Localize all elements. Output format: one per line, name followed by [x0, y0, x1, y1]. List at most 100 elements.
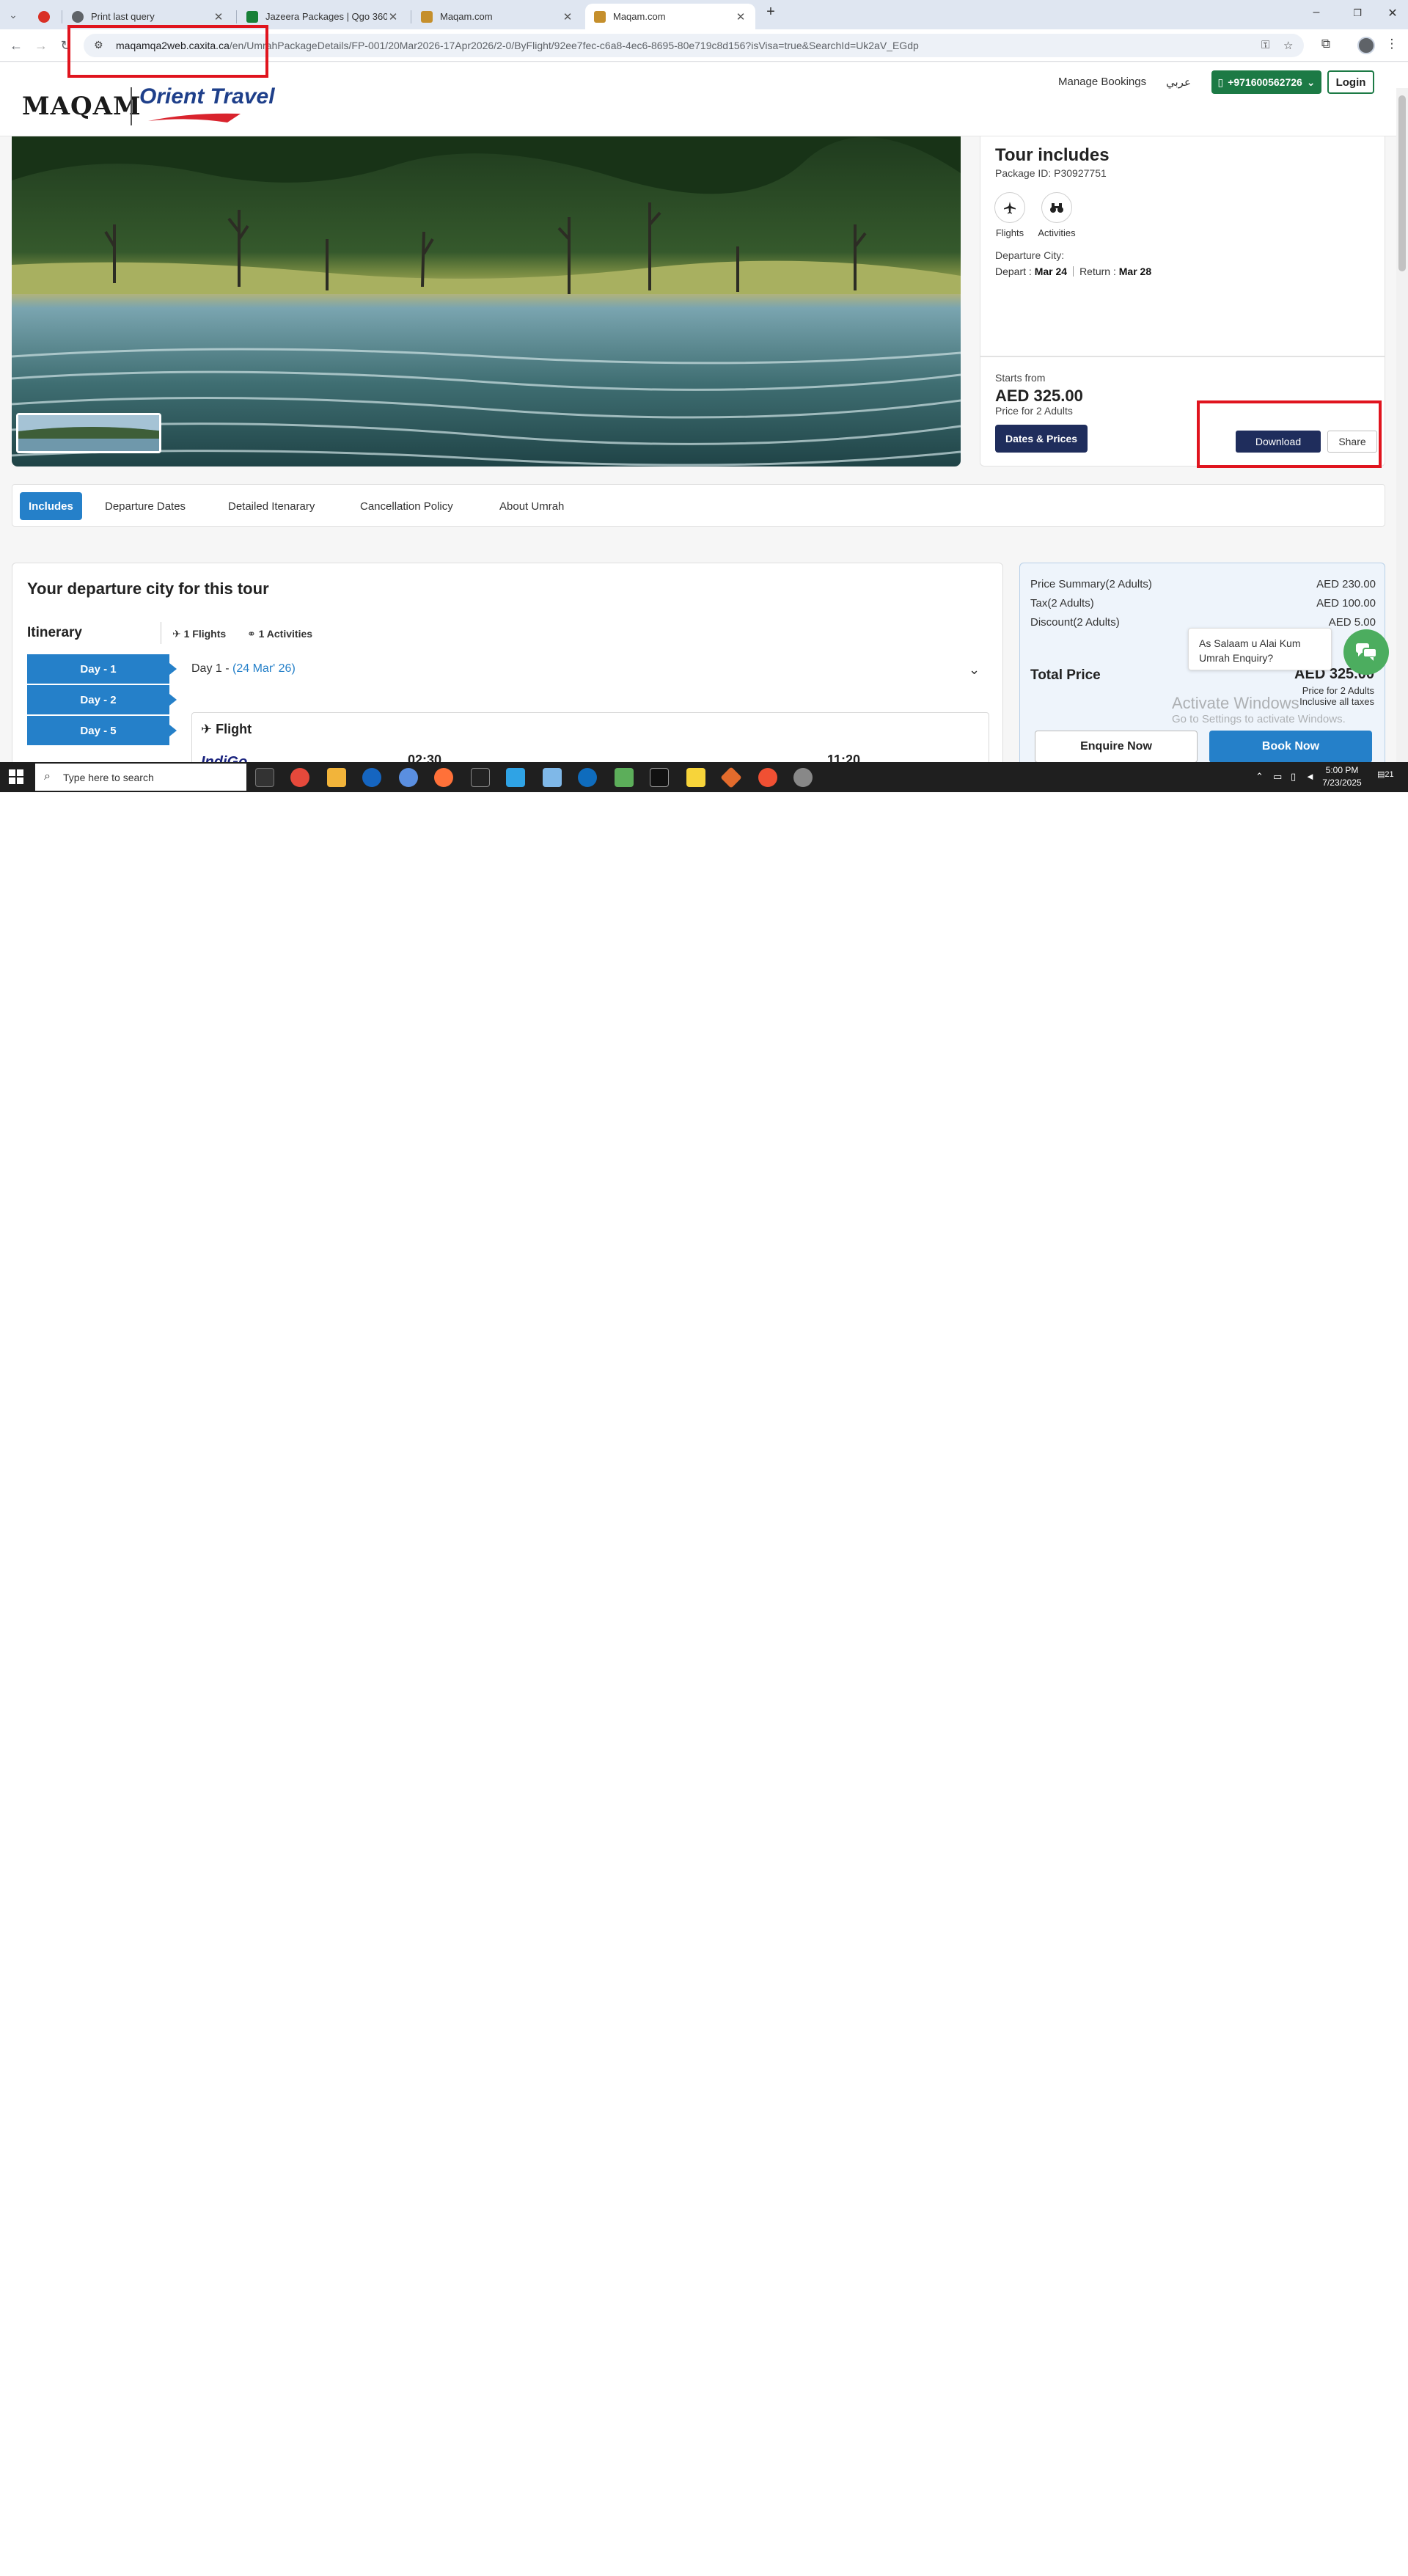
- close-icon[interactable]: ✕: [213, 10, 224, 23]
- tray-chevron-icon[interactable]: ⌃: [1255, 771, 1264, 783]
- day-tab-5[interactable]: Day - 5: [27, 716, 177, 745]
- taskbar-clock[interactable]: 5:00 PM 7/23/2025: [1320, 764, 1364, 789]
- app-icon[interactable]: [793, 768, 813, 787]
- chat-icon[interactable]: [1343, 629, 1389, 675]
- return-date: Mar 28: [1118, 266, 1152, 277]
- dates-prices-button[interactable]: Dates & Prices: [995, 425, 1088, 453]
- maqam-favicon-icon: [594, 10, 606, 23]
- postman-icon[interactable]: [758, 768, 777, 787]
- chrome-alt-icon[interactable]: [399, 768, 418, 787]
- battery-icon[interactable]: ▯: [1291, 771, 1296, 783]
- chat-line-1: As Salaam u Alai Kum: [1199, 637, 1301, 649]
- maps-icon[interactable]: [362, 768, 381, 787]
- scrollbar-thumb[interactable]: [1398, 95, 1406, 271]
- book-now-button[interactable]: Book Now: [1209, 731, 1372, 763]
- forward-icon[interactable]: →: [32, 37, 50, 54]
- day-date: (24 Mar' 26): [232, 662, 296, 675]
- summary-row: Price Summary(2 Adults) AED 230.00: [1030, 578, 1376, 590]
- phone-button[interactable]: ▯ +971600562726 ⌄: [1211, 70, 1321, 94]
- total-price-note: Price for 2 Adults Inclusive all taxes: [1299, 685, 1374, 707]
- extensions-icon[interactable]: ⧉: [1317, 37, 1335, 51]
- close-icon[interactable]: ✕: [562, 10, 573, 23]
- outlook-icon[interactable]: [578, 768, 597, 787]
- restore-icon[interactable]: ❐: [1346, 7, 1368, 19]
- day-tab-1[interactable]: Day - 1: [27, 654, 177, 684]
- include-activities: Activities: [1035, 192, 1079, 238]
- tab-includes[interactable]: Includes: [20, 492, 82, 520]
- browser-tab-5-active[interactable]: Maqam.com ✕: [585, 4, 755, 29]
- flights-count-text: 1 Flights: [183, 628, 227, 640]
- bookmark-star-icon[interactable]: ☆: [1283, 39, 1293, 52]
- minimize-icon[interactable]: –: [1305, 6, 1327, 19]
- firefox-icon[interactable]: [434, 768, 453, 787]
- day-head-text: Day 1 -: [191, 662, 230, 675]
- tab-departure-dates[interactable]: Departure Dates: [96, 492, 194, 520]
- search-icon: ⌕: [44, 770, 51, 783]
- summary-label: Tax(2 Adults): [1030, 597, 1094, 610]
- chevron-down-icon[interactable]: ⌄: [969, 662, 980, 678]
- profile-avatar[interactable]: [1357, 37, 1375, 54]
- include-label: Activities: [1038, 227, 1076, 238]
- edge-icon[interactable]: [506, 768, 525, 787]
- volume-icon[interactable]: ◄: [1305, 771, 1315, 782]
- tab-detailed-itinerary[interactable]: Detailed Itenarary: [219, 492, 323, 520]
- chat-greeting-bubble[interactable]: As Salaam u Alai Kum Umrah Enquiry?: [1188, 628, 1332, 670]
- favicon-icon: [38, 10, 50, 23]
- price-summary-card: Price Summary(2 Adults) AED 230.00 Tax(2 …: [1019, 563, 1385, 792]
- file-explorer-icon[interactable]: [327, 768, 346, 787]
- notepad-icon[interactable]: [615, 768, 634, 787]
- notification-icon[interactable]: ▤21: [1377, 769, 1394, 779]
- enquire-now-button[interactable]: Enquire Now: [1035, 731, 1198, 763]
- inclusive-taxes: Inclusive all taxes: [1299, 696, 1374, 707]
- menu-dots-icon[interactable]: ⋮: [1383, 37, 1401, 51]
- task-view-icon[interactable]: [255, 768, 274, 787]
- departure-city-label: Departure City:: [995, 249, 1065, 261]
- manage-bookings-link[interactable]: Manage Bookings: [1058, 76, 1146, 88]
- back-icon[interactable]: ←: [7, 37, 25, 54]
- terminal-app-icon[interactable]: [471, 768, 490, 787]
- activate-windows-watermark: Activate Windows: [1172, 694, 1299, 712]
- include-label: Flights: [995, 227, 1024, 238]
- tour-includes-title: Tour includes: [995, 145, 1110, 165]
- hero-thumbnail[interactable]: [16, 413, 161, 453]
- depart-label: Depart :: [995, 266, 1032, 277]
- tab-label: Maqam.com: [440, 11, 493, 22]
- chrome-icon[interactable]: [290, 768, 309, 787]
- taskbar-search-box[interactable]: ⌕ Type here to search: [35, 764, 246, 791]
- login-button[interactable]: Login: [1327, 70, 1374, 94]
- network-icon[interactable]: ▭: [1273, 771, 1282, 783]
- tab-search-icon[interactable]: ⌄: [4, 6, 22, 23]
- orient-travel-logo[interactable]: Orient Travel: [139, 84, 275, 109]
- tab-cancellation-policy[interactable]: Cancellation Policy: [351, 492, 462, 520]
- maqam-logo[interactable]: MAQAM: [22, 92, 142, 121]
- summary-row: Tax(2 Adults) AED 100.00: [1030, 597, 1376, 610]
- tab-about-umrah[interactable]: About Umrah: [491, 492, 573, 520]
- browser-tab-4[interactable]: Maqam.com ✕: [412, 4, 582, 29]
- screenshot: ⌄ Print last query ✕ Jazeera Packages | …: [0, 0, 1408, 792]
- summary-label: Discount(2 Adults): [1030, 616, 1120, 629]
- notification-count: 21: [1385, 770, 1394, 779]
- app-icon[interactable]: [543, 768, 562, 787]
- depart-date: Mar 24: [1034, 266, 1068, 277]
- sticky-notes-icon[interactable]: [686, 768, 705, 787]
- close-icon[interactable]: ✕: [735, 10, 747, 23]
- arabic-language-link[interactable]: عربي: [1166, 76, 1191, 89]
- windows-start-icon[interactable]: [9, 769, 23, 784]
- password-key-icon[interactable]: ⚿: [1261, 39, 1269, 51]
- new-tab-icon[interactable]: +: [760, 4, 782, 21]
- main-title: Your departure city for this tour: [27, 579, 269, 598]
- browser-tab-1[interactable]: [29, 4, 59, 29]
- summary-row: Discount(2 Adults) AED 5.00: [1030, 616, 1376, 629]
- day-tab-2[interactable]: Day - 2: [27, 685, 177, 714]
- tab-label: Print last query: [91, 11, 155, 22]
- chevron-down-icon: ⌄: [1306, 76, 1316, 88]
- window-close-icon[interactable]: ✕: [1382, 6, 1404, 21]
- activate-windows-sub: Go to Settings to activate Windows.: [1172, 713, 1346, 725]
- cmd-icon[interactable]: [650, 768, 669, 787]
- itinerary-label: Itinerary: [27, 625, 82, 640]
- tour-includes-card: Tour includes Package ID: P30927751 Flig…: [980, 136, 1385, 356]
- binoculars-icon: [1041, 192, 1072, 223]
- git-icon[interactable]: [720, 766, 742, 788]
- close-icon[interactable]: ✕: [387, 10, 399, 23]
- package-tab-bar: Includes Departure Dates Detailed Itenar…: [12, 484, 1385, 527]
